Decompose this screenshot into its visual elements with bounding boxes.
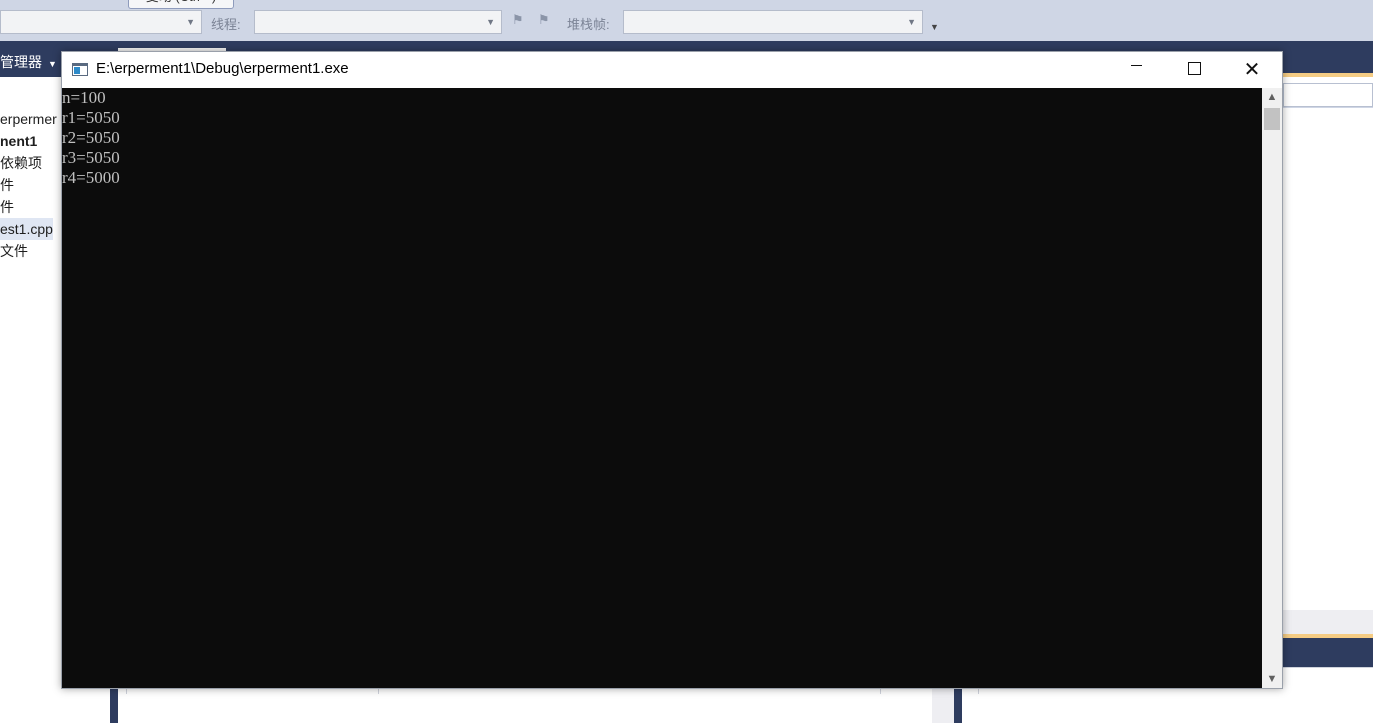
tab-peek[interactable]: 变动 (Ctrl+-) [128, 0, 234, 9]
console-line: r3=5050 [62, 148, 120, 167]
console-line: r4=5000 [62, 168, 120, 187]
scroll-down-icon[interactable]: ▼ [1262, 670, 1282, 688]
properties-pane [1283, 77, 1373, 687]
console-line: r1=5050 [62, 108, 120, 127]
console-output: n=100 r1=5050 r2=5050 r3=5050 r4=5000 [62, 88, 120, 188]
tree-item-dependencies[interactable]: 依赖项 [0, 152, 42, 174]
console-title-bar[interactable]: E:\erperment1\Debug\erperment1.exe ✕ [62, 52, 1282, 88]
pane-border [954, 688, 962, 723]
error-list-area [0, 688, 1373, 723]
stackframe-combo[interactable]: ▼ [623, 10, 923, 34]
tree-item-headers[interactable]: 件 [0, 174, 14, 196]
properties-search-field[interactable] [1283, 83, 1373, 107]
stackframe-label: 堆栈帧: [567, 17, 610, 32]
flag-filter-icon[interactable]: ⚑ [538, 12, 550, 28]
divider [1283, 107, 1373, 108]
pane-footer [1283, 610, 1373, 634]
chevron-down-icon: ▼ [486, 17, 495, 27]
splitter[interactable] [932, 688, 954, 723]
console-title: E:\erperment1\Debug\erperment1.exe [96, 60, 349, 77]
minimize-button[interactable] [1107, 52, 1165, 88]
thread-combo[interactable]: ▼ [254, 10, 502, 34]
scroll-up-icon[interactable]: ▲ [1262, 88, 1282, 106]
maximize-icon [1187, 61, 1201, 75]
toolbar-overflow-icon[interactable]: ▼ [930, 22, 939, 32]
maximize-button[interactable] [1165, 52, 1223, 88]
output-pane-header [1283, 634, 1373, 667]
thread-label: 线程: [211, 17, 241, 32]
console-output-area[interactable]: n=100 r1=5050 r2=5050 r3=5050 r4=5000 [62, 88, 1262, 688]
solution-explorer-title-text: 管理器 [0, 54, 42, 70]
scrollbar-thumb[interactable] [1264, 108, 1280, 130]
close-button[interactable]: ✕ [1223, 52, 1281, 88]
tree-item-sources[interactable]: 件 [0, 196, 14, 218]
console-window[interactable]: E:\erperment1\Debug\erperment1.exe ✕ n=1… [61, 51, 1283, 689]
tree-item-resources[interactable]: 文件 [0, 240, 28, 262]
chevron-down-icon: ▼ [186, 17, 195, 27]
minimize-icon [1130, 65, 1142, 67]
console-line: r2=5050 [62, 128, 120, 147]
process-combo[interactable]: ▼ [0, 10, 202, 34]
pane-border [110, 688, 118, 723]
console-line: n=100 [62, 88, 106, 107]
vertical-scrollbar[interactable]: ▲ ▼ [1262, 88, 1282, 688]
chevron-down-icon: ▼ [907, 17, 916, 27]
tree-item-solution[interactable]: erpermer [0, 108, 57, 130]
flag-icon[interactable]: ⚑ [512, 12, 524, 28]
vs-toolbar: 变动 (Ctrl+-) ▼ 线程: ▼ ⚑ ⚑ 堆栈帧: ▼ ▼ [0, 0, 1373, 41]
solution-explorer-title: 管理器 ▼ [0, 51, 57, 73]
tree-item-cpp-file[interactable]: est1.cpp [0, 218, 53, 240]
chevron-down-icon[interactable]: ▼ [48, 59, 57, 69]
tree-item-project[interactable]: nent1 [0, 130, 37, 152]
console-app-icon[interactable] [72, 63, 88, 76]
close-icon: ✕ [1243, 59, 1261, 81]
